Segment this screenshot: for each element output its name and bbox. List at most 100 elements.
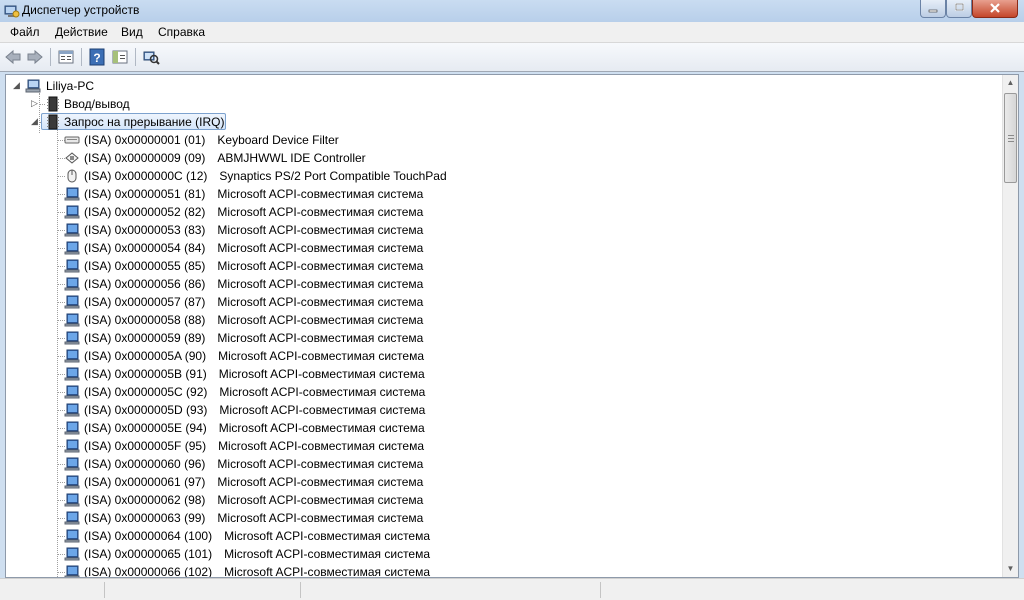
irq-row[interactable]: (ISA) 0x00000051 (81) Microsoft ACPI-совм… <box>6 185 486 203</box>
irq-device-name: Microsoft ACPI-совместимая система <box>218 367 425 381</box>
collapse-arrow-icon[interactable]: ◢ <box>12 81 21 90</box>
irq-row[interactable]: (ISA) 0x00000060 (96) Microsoft ACPI-совм… <box>6 455 486 473</box>
expand-arrow-icon[interactable]: ▷ <box>30 99 39 108</box>
irq-row[interactable]: (ISA) 0x00000055 (85) Microsoft ACPI-совм… <box>6 257 486 275</box>
tree-root[interactable]: ◢ Liliya-PC <box>6 77 206 95</box>
irq-row[interactable]: (ISA) 0x00000053 (83) Microsoft ACPI-совм… <box>6 221 486 239</box>
computer-icon <box>64 403 80 417</box>
ide-controller-icon <box>65 152 79 164</box>
irq-row[interactable]: (ISA) 0x00000062 (98) Microsoft ACPI-совм… <box>6 491 486 509</box>
scan-hardware-icon[interactable] <box>142 48 160 66</box>
back-arrow-icon[interactable] <box>4 48 22 66</box>
minimize-button[interactable] <box>920 0 946 18</box>
irq-resource: (ISA) 0x00000063 (99) <box>84 511 206 525</box>
toolbar-separator <box>50 48 51 66</box>
computer-icon <box>64 493 80 507</box>
device-tree-pane: ◢ Liliya-PC ▷ Ввод/вывод ◢ Запрос на пре… <box>5 74 1019 578</box>
irq-resource: (ISA) 0x00000056 (86) <box>84 277 206 291</box>
maximize-button[interactable] <box>946 0 972 18</box>
computer-icon <box>64 367 80 381</box>
irq-row[interactable]: (ISA) 0x00000065 (101) Microsoft ACPI-сов… <box>6 545 486 563</box>
irq-resource: (ISA) 0x00000061 (97) <box>84 475 206 489</box>
minimize-icon <box>928 9 938 13</box>
irq-row[interactable]: (ISA) 0x0000005D (93) Microsoft ACPI-совм… <box>6 401 486 419</box>
scroll-up-arrow-icon[interactable]: ▲ <box>1003 75 1018 91</box>
toolbar-separator <box>135 48 136 66</box>
menu-help[interactable]: Справка <box>158 25 205 39</box>
irq-device-name: Microsoft ACPI-совместимая система <box>217 475 424 489</box>
close-button[interactable] <box>972 0 1018 18</box>
properties-icon[interactable] <box>57 48 75 66</box>
menu-action[interactable]: Действие <box>55 25 108 39</box>
tree-category-irq[interactable]: ◢ Запрос на прерывание (IRQ) <box>6 113 246 131</box>
irq-device-name: Microsoft ACPI-совместимая система <box>217 295 424 309</box>
irq-row[interactable]: (ISA) 0x0000005C (92) Microsoft ACPI-совм… <box>6 383 486 401</box>
irq-row[interactable]: (ISA) 0x0000005B (91) Microsoft ACPI-совм… <box>6 365 486 383</box>
irq-device-name: Microsoft ACPI-совместимая система <box>224 529 431 543</box>
help-icon[interactable]: ? <box>88 48 106 66</box>
irq-resource: (ISA) 0x0000005A (90) <box>84 349 207 363</box>
svg-text:?: ? <box>93 51 100 65</box>
computer-icon <box>64 223 80 237</box>
irq-row[interactable]: (ISA) 0x00000009 (09) ABMJHWWL IDE Contro… <box>6 149 486 167</box>
irq-row[interactable]: (ISA) 0x00000057 (87) Microsoft ACPI-совм… <box>6 293 486 311</box>
toolbar: ? <box>0 43 1024 72</box>
computer-icon <box>64 205 80 219</box>
irq-row[interactable]: (ISA) 0x00000001 (01) Keyboard Device Fil… <box>6 131 486 149</box>
irq-row[interactable]: (ISA) 0x00000058 (88) Microsoft ACPI-совм… <box>6 311 486 329</box>
vertical-scrollbar[interactable]: ▲ ▼ <box>1002 75 1018 577</box>
show-hide-icon[interactable] <box>111 48 129 66</box>
irq-device-name: Keyboard Device Filter <box>217 133 339 147</box>
computer-icon <box>64 511 80 525</box>
irq-row[interactable]: (ISA) 0x00000056 (86) Microsoft ACPI-совм… <box>6 275 486 293</box>
title-bar: Диспетчер устройств <box>0 0 1024 22</box>
irq-device-name: Microsoft ACPI-совместимая система <box>217 205 424 219</box>
category-label: Ввод/вывод <box>64 97 130 111</box>
menu-file[interactable]: Файл <box>10 25 40 39</box>
scrollbar-thumb[interactable] <box>1004 93 1017 183</box>
menu-view[interactable]: Вид <box>121 25 143 39</box>
computer-name: Liliya-PC <box>46 79 95 93</box>
mouse-icon <box>67 169 77 183</box>
irq-row[interactable]: (ISA) 0x00000052 (82) Microsoft ACPI-совм… <box>6 203 486 221</box>
irq-row[interactable]: (ISA) 0x00000059 (89) Microsoft ACPI-совм… <box>6 329 486 347</box>
irq-resource: (ISA) 0x0000005E (94) <box>84 421 207 435</box>
irq-row[interactable]: (ISA) 0x00000064 (100) Microsoft ACPI-сов… <box>6 527 486 545</box>
irq-device-name: Microsoft ACPI-совместимая система <box>224 547 431 561</box>
status-bar <box>0 578 1024 600</box>
irq-resource: (ISA) 0x0000005F (95) <box>84 439 207 453</box>
irq-device-name: Microsoft ACPI-совместимая система <box>217 331 424 345</box>
irq-device-name: Microsoft ACPI-совместимая система <box>219 385 426 399</box>
irq-row[interactable]: (ISA) 0x0000005E (94) Microsoft ACPI-совм… <box>6 419 486 437</box>
irq-row[interactable]: (ISA) 0x0000005A (90) Microsoft ACPI-совм… <box>6 347 486 365</box>
irq-row[interactable]: (ISA) 0x00000054 (84) Microsoft ACPI-совм… <box>6 239 486 257</box>
irq-row[interactable]: (ISA) 0x00000066 (102) Microsoft ACPI-сов… <box>6 563 486 577</box>
irq-row[interactable]: (ISA) 0x0000005F (95) Microsoft ACPI-совм… <box>6 437 486 455</box>
irq-row[interactable]: (ISA) 0x00000061 (97) Microsoft ACPI-совм… <box>6 473 486 491</box>
forward-arrow-icon[interactable] <box>26 48 44 66</box>
computer-icon <box>64 331 80 345</box>
collapse-arrow-icon[interactable]: ◢ <box>30 117 39 126</box>
irq-resource: (ISA) 0x00000064 (100) <box>84 529 213 543</box>
irq-resource: (ISA) 0x00000066 (102) <box>84 565 213 577</box>
irq-row[interactable]: (ISA) 0x0000000C (12) Synaptics PS/2 Port… <box>6 167 486 185</box>
irq-device-name: Microsoft ACPI-совместимая система <box>217 313 424 327</box>
irq-resource: (ISA) 0x00000058 (88) <box>84 313 206 327</box>
computer-icon <box>64 241 80 255</box>
irq-device-name: Microsoft ACPI-совместимая система <box>217 187 424 201</box>
irq-resource: (ISA) 0x00000055 (85) <box>84 259 206 273</box>
grip-line <box>1008 135 1014 136</box>
irq-resource: (ISA) 0x0000005C (92) <box>84 385 208 399</box>
grip-line <box>1008 141 1014 142</box>
irq-resource: (ISA) 0x00000053 (83) <box>84 223 206 237</box>
scroll-down-arrow-icon[interactable]: ▼ <box>1003 561 1018 577</box>
irq-device-name: Microsoft ACPI-совместимая система <box>217 457 424 471</box>
computer-icon <box>64 547 80 561</box>
irq-resource: (ISA) 0x0000000C (12) <box>84 169 208 183</box>
irq-row[interactable]: (ISA) 0x00000063 (99) Microsoft ACPI-совм… <box>6 509 486 527</box>
tree-category-io[interactable]: ▷ Ввод/вывод <box>6 95 206 113</box>
device-tree: ◢ Liliya-PC ▷ Ввод/вывод ◢ Запрос на пре… <box>6 75 1003 577</box>
irq-resource: (ISA) 0x00000057 (87) <box>84 295 206 309</box>
computer-icon <box>64 277 80 291</box>
computer-icon <box>64 457 80 471</box>
